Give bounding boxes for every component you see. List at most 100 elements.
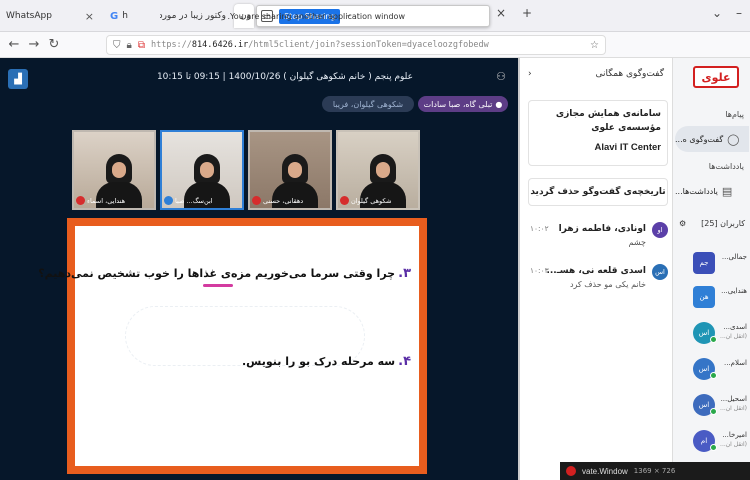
status-badge [710,336,717,343]
close-icon[interactable]: × [85,10,94,23]
status-badge [710,372,717,379]
notes-section-label: یادداشت‌ها [708,162,744,171]
video-name: شکوهی گیلوان [351,196,392,205]
chat-bubble-icon: ◯ [727,132,740,146]
question-text: سه مرحله درک بو را بنویس. [241,355,396,368]
video-label: دهقانی، حسنی [252,195,328,206]
user-name: اسلام... [724,359,747,367]
video-person-face [200,162,214,178]
gear-icon[interactable]: ⚙ [679,219,686,228]
chat-message-author: اونادی، فاطمه زهرا [558,224,646,234]
mic-icon [164,196,173,205]
video-name: ابن‌سگ... صبا [175,196,213,205]
browser-tab-bar: WhatsApp × G h وکتور زیبا در مورد ایرانگ… [0,0,750,32]
forward-arrow-icon[interactable]: → [24,37,44,52]
chat-history-cleared-notice: تاریخچه‌ی گفت‌وگو حذف گردید [528,178,668,206]
shield-icon[interactable]: ⛉ [113,40,121,51]
presentation-slide: ۳.چرا وقتی سرما می‌خوریم مزه‌ی غذاها را … [38,218,427,474]
taskbar-window-preview[interactable]: vate.Window 1369 × 726 [560,462,750,480]
users-count-label: کاربران [25] [701,218,745,228]
slide-content: ۳.چرا وقتی سرما می‌خوریم مزه‌ی غذاها را … [38,226,419,466]
video-name: دهقانی، حسنی [263,196,304,205]
minimize-icon[interactable]: – [736,6,742,20]
video-person-face [376,162,390,178]
slide-question-4: ۴.سه مرحله درک بو را بنویس. [242,354,411,369]
talking-indicator-secondary: شکوهی گیلوان، فریبا [322,96,414,112]
sidebar-item-shared-notes[interactable]: ▤ یادداشت‌ها... [675,178,749,204]
taskbar-window-title: vate.Window [582,466,628,476]
video-tile-active[interactable]: ابن‌سگ... صبا [160,130,244,210]
tab-iran-tourism[interactable]: وکتور زیبا در مورد ایرانگردی × [160,4,232,28]
welcome-org: Alavi IT Center [594,142,661,153]
screen-share-indicator-icon[interactable]: ⧉ [138,40,145,51]
chat-message: اس اسدی قلعه نی، هسـ... ۱۰:۰۳ خانم یکی م… [524,264,668,298]
browser-nav-bar: ← → ↻ ⛉ 🔒︎ ⧉ https://814.6426.ir/html5cl… [0,32,750,84]
tab-whatsapp[interactable]: WhatsApp × [0,4,100,28]
video-label: شکوهی گیلوان [340,195,416,206]
sidebar-item-label: گفت‌وگوی ه... [675,134,724,144]
video-tile[interactable]: دهقانی، حسنی [248,130,332,210]
slide-question-3: ۳.چرا وقتی سرما می‌خوریم مزه‌ی غذاها را … [38,266,411,281]
user-list-item[interactable]: اس اسلام... [677,354,747,382]
muted-mic-icon [252,196,261,205]
share-message: You are sharing another application wind… [227,11,405,21]
muted-mic-icon [340,196,349,205]
user-name: اسحیل... [720,395,747,403]
user-list-toggle-icon[interactable]: ⚇ [496,70,506,83]
video-label: هندایی، اسماء [76,195,152,206]
new-tab-button[interactable]: + [522,6,532,20]
user-list-item[interactable]: جم جمالی... [677,248,747,276]
chat-message: او اونادی، فاطمه زهرا ۱۰:۰۲ چشم [524,222,668,256]
user-status: (اتقل ان... [720,405,747,412]
user-status: (اتقل ان... [720,441,747,448]
video-person-face [112,162,126,178]
messages-section-label: پیام‌ها [725,110,744,119]
video-name: هندایی، اسماء [87,196,126,205]
screen-share-bar: ▭ You are sharing another application wi… [227,5,490,27]
url-text: https://814.6426.ir/html5client/join?ses… [150,40,489,50]
sidebar-item-public-chat[interactable]: ◯ گفت‌وگوی ه... [675,126,749,152]
avatar: جم [693,252,715,274]
user-name: امیرخا... [722,431,747,439]
video-label: ابن‌سگ... صبا [164,195,240,206]
list-tabs-icon[interactable]: ⌄ [712,6,722,20]
chat-header: گفت‌وگوی همگانی ‹ [520,58,672,90]
back-arrow-icon[interactable]: ← [4,37,24,52]
close-icon[interactable]: × [496,6,506,20]
tab-google-label: h [122,11,128,21]
lock-icon[interactable]: 🔒︎ [127,40,132,51]
collapse-chevron-icon[interactable]: ‹ [528,69,532,79]
welcome-title: سامانه‌ی همایش مجازی مؤسسه‌ی علوی [555,109,661,133]
url-bar[interactable]: ⛉ 🔒︎ ⧉ https://814.6426.ir/html5client/j… [106,35,606,55]
user-status: (اتقل ان... [720,333,747,340]
user-name: هندایی... [721,287,747,295]
video-tile[interactable]: هندایی، اسماء [72,130,156,210]
tab-whatsapp-label: WhatsApp [6,11,52,21]
bookmark-star-icon[interactable]: ☆ [590,40,599,51]
user-list-item[interactable]: هن هندایی... [677,282,747,310]
reload-icon[interactable]: ↻ [44,37,64,52]
sidebar-item-label: یادداشت‌ها... [675,186,718,196]
muted-mic-icon [76,196,85,205]
chat-title: گفت‌وگوی همگانی [595,69,664,79]
user-list-item[interactable]: ام امیرخا... (اتقل ان... [677,426,747,454]
status-badge [710,444,717,451]
video-tile[interactable]: شکوهی گیلوان [336,130,420,210]
chat-message-author: اسدی قلعه نی، هسـ... [546,266,646,276]
talking-indicator: تبلی گاه، صبا سادات ● [418,96,508,112]
chat-welcome-message: سامانه‌ی همایش مجازی مؤسسه‌ی علوی Alavi … [528,100,668,166]
annotation-underline [203,284,233,287]
avatar: هن [693,286,715,308]
google-icon: G [110,10,119,22]
video-person-face [288,162,302,178]
chat-panel: گفت‌وگوی همگانی ‹ سامانه‌ی همایش مجازی م… [520,58,672,480]
user-name: جمالی... [721,253,747,261]
tab-google[interactable]: G h [104,4,158,28]
connection-status-icon[interactable]: ▟ [8,69,28,89]
session-title: علوم پنجم ( خانم شکوهی گیلوان ) 1400/10/… [156,72,414,82]
question-text: چرا وقتی سرما می‌خوریم مزه‌ی غذاها را خو… [38,267,396,280]
user-list-item[interactable]: اس اسدی... (اتقل ان... [677,318,747,346]
avatar: او [652,222,668,238]
chat-message-text: چشم [628,238,646,247]
user-list-item[interactable]: اس اسحیل... (اتقل ان... [677,390,747,418]
